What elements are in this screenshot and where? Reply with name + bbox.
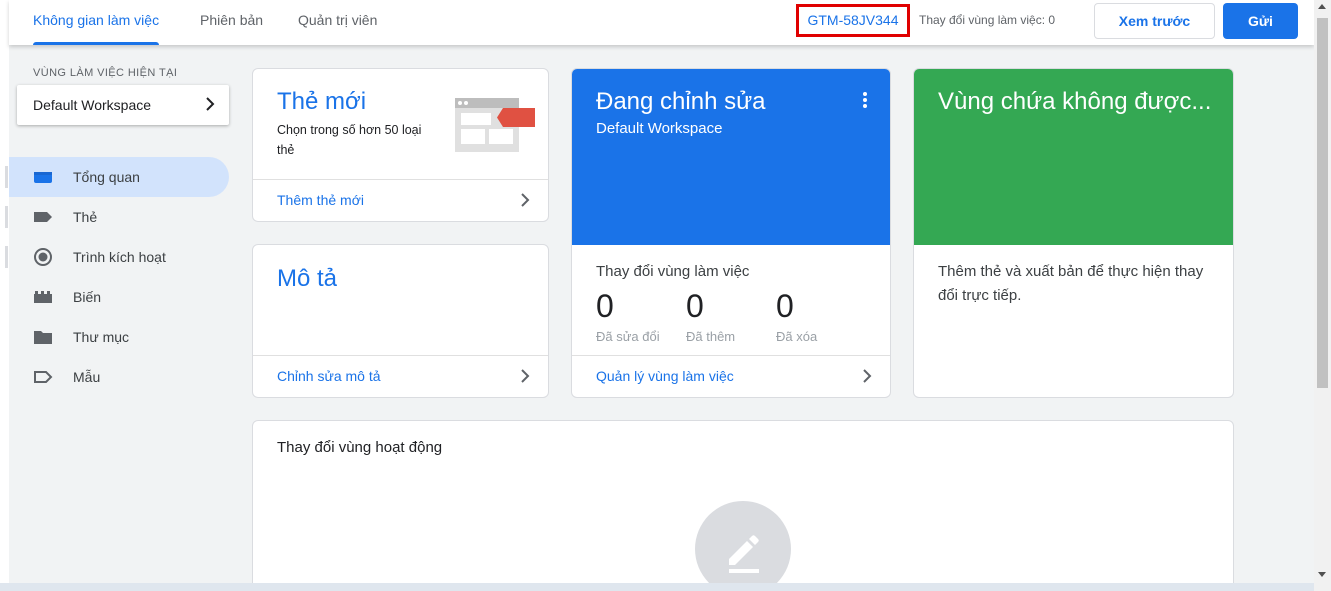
trigger-icon [33, 248, 53, 266]
workspace-changes-title: Thay đổi vùng làm việc [596, 263, 750, 280]
submit-button[interactable]: Gửi [1223, 3, 1298, 39]
left-edge [0, 0, 9, 591]
live-title: Vùng chứa không được... [938, 88, 1212, 115]
modified-label: Đã sửa đổi [596, 329, 660, 344]
new-tag-footer[interactable]: Thêm thẻ mới [253, 179, 548, 221]
editing-footer[interactable]: Quản lý vùng làm việc [572, 355, 890, 397]
sidebar-item-variables[interactable]: Biến [9, 277, 229, 317]
bottom-strip [0, 583, 1314, 591]
template-icon [33, 368, 53, 386]
overview-icon [33, 168, 53, 186]
sidebar-item-folders[interactable]: Thư mục [9, 317, 229, 357]
sidebar-item-label: Biến [73, 289, 102, 305]
chevron-right-icon [520, 193, 530, 212]
deleted-count: 0 [776, 288, 794, 324]
description-card: Mô tả Chỉnh sửa mô tả [252, 244, 549, 398]
editing-workspace-name: Default Workspace [596, 120, 723, 137]
more-vert-icon[interactable] [862, 91, 868, 114]
new-tag-description: Chọn trong số hơn 50 loại thẻ [277, 123, 422, 157]
live-version-card: Vùng chứa không được... Thêm thẻ và xuất… [913, 68, 1234, 398]
edge-marker [5, 206, 8, 228]
edge-marker [5, 246, 8, 268]
editing-card: Đang chỉnh sửa Default Workspace Thay đổ… [571, 68, 891, 398]
editing-card-header: Đang chỉnh sửa Default Workspace [572, 69, 890, 245]
workspace-changes-count: Thay đổi vùng làm việc: 0 [919, 13, 1056, 27]
live-description: Thêm thẻ và xuất bản để thực hiện thay đ… [938, 263, 1204, 304]
chevron-right-icon [520, 369, 530, 388]
tag-icon [33, 208, 53, 226]
sidebar-item-label: Tổng quan [73, 169, 140, 185]
editing-title: Đang chỉnh sửa [596, 88, 766, 115]
edit-description-link[interactable]: Chỉnh sửa mô tả [277, 368, 381, 384]
tab-versions[interactable]: Phiên bản [200, 0, 263, 45]
workspace-name: Default Workspace [33, 97, 152, 113]
scrollbar-thumb[interactable] [1317, 18, 1328, 388]
activity-title: Thay đổi vùng hoạt động [277, 439, 443, 456]
sidebar-item-overview[interactable]: Tổng quan [9, 157, 229, 197]
variable-icon [33, 288, 53, 306]
manage-workspaces-link[interactable]: Quản lý vùng làm việc [596, 368, 734, 384]
preview-button[interactable]: Xem trước [1094, 3, 1215, 39]
chevron-right-icon [862, 369, 872, 388]
scroll-up-icon[interactable] [1318, 4, 1326, 9]
added-label: Đã thêm [686, 329, 736, 344]
scroll-down-icon[interactable] [1318, 572, 1326, 577]
sidebar-item-label: Thư mục [73, 329, 130, 345]
tag-browser-illustration-icon [453, 96, 537, 159]
deleted-label: Đã xóa [776, 329, 818, 344]
description-footer[interactable]: Chỉnh sửa mô tả [253, 355, 548, 397]
new-tag-card: Thẻ mới Chọn trong số hơn 50 loại thẻ Th… [252, 68, 549, 222]
pencil-icon [695, 501, 791, 591]
sidebar-item-tags[interactable]: Thẻ [9, 197, 229, 237]
live-card-header: Vùng chứa không được... [914, 69, 1233, 245]
sidebar-item-templates[interactable]: Mẫu [9, 357, 229, 397]
tab-workspace[interactable]: Không gian làm việc [33, 0, 160, 45]
workspace-selector[interactable]: Default Workspace [17, 85, 229, 125]
add-new-tag-link[interactable]: Thêm thẻ mới [277, 192, 364, 208]
current-workspace-label: VÙNG LÀM VIỆC HIỆN TẠI [33, 67, 178, 79]
top-bar: Không gian làm việc Phiên bản Quản trị v… [9, 0, 1314, 45]
sidebar-item-label: Trình kích hoạt [73, 249, 166, 265]
container-id-link[interactable]: GTM-58JV344 [796, 4, 910, 37]
sidebar-item-label: Mẫu [73, 369, 101, 385]
tab-admin[interactable]: Quản trị viên [298, 0, 377, 45]
modified-count: 0 [596, 288, 614, 324]
sidebar-item-triggers[interactable]: Trình kích hoạt [9, 237, 229, 277]
activity-card: Thay đổi vùng hoạt động [252, 420, 1234, 591]
description-title: Mô tả [277, 265, 338, 292]
folder-icon [33, 328, 53, 346]
chevron-right-icon [205, 97, 215, 116]
added-count: 0 [686, 288, 704, 324]
edge-marker [5, 166, 8, 188]
new-tag-title[interactable]: Thẻ mới [277, 88, 366, 116]
sidebar-item-label: Thẻ [73, 209, 98, 225]
vertical-scrollbar[interactable] [1314, 0, 1331, 591]
